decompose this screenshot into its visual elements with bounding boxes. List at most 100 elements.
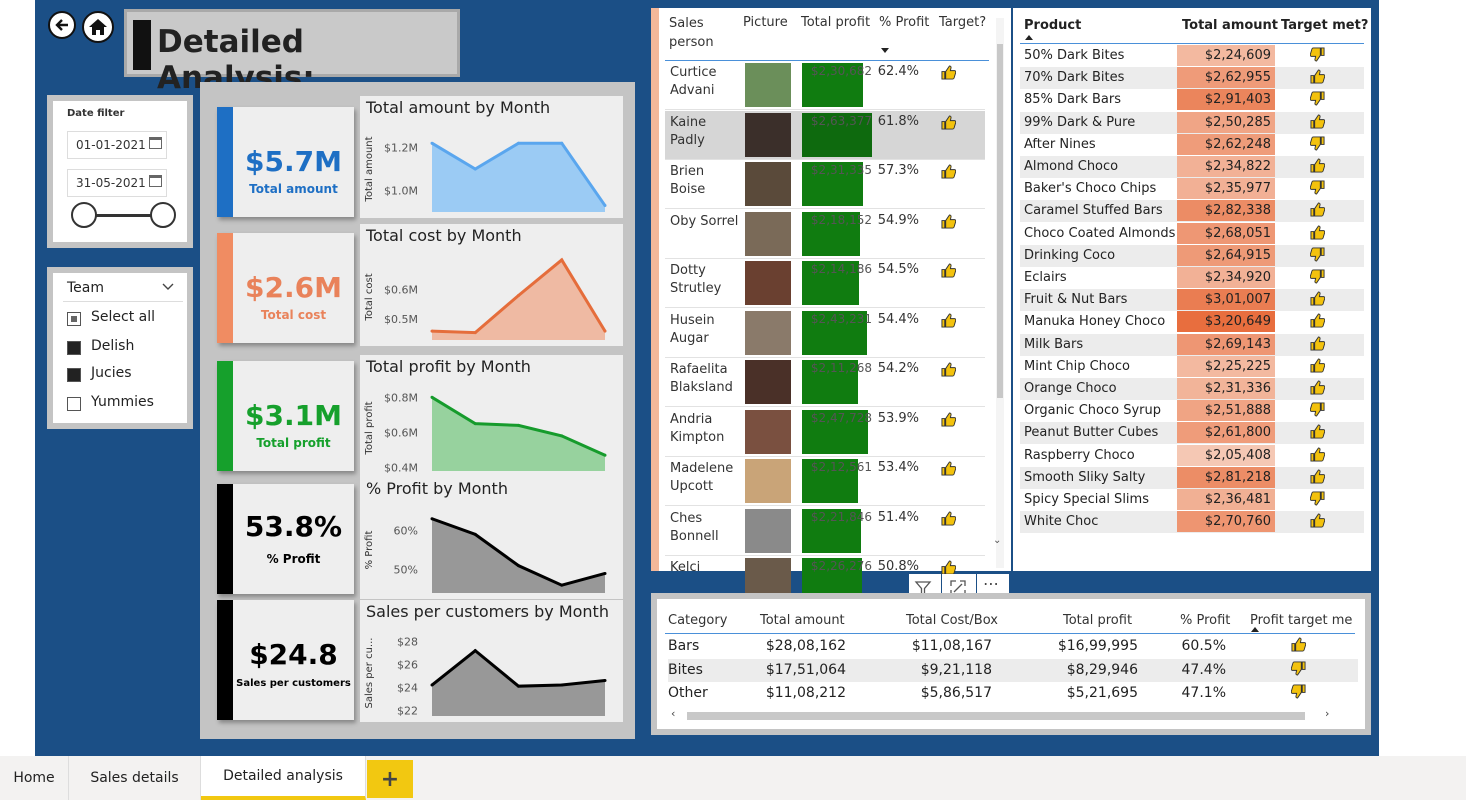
delish-checkbox[interactable] bbox=[67, 341, 81, 355]
calendar-icon[interactable] bbox=[149, 175, 162, 187]
data-point[interactable] bbox=[430, 517, 434, 521]
chart-sales-per-customer[interactable]: Sales per customers by Month Sales per cu… bbox=[360, 600, 623, 722]
data-point[interactable] bbox=[473, 167, 477, 171]
date-slider-start-handle[interactable] bbox=[71, 202, 97, 228]
data-point[interactable] bbox=[430, 395, 434, 399]
table-row[interactable]: White Choc $2,70,760 bbox=[1020, 511, 1364, 534]
horizontal-scrollbar[interactable] bbox=[687, 712, 1305, 720]
sales-person-table[interactable]: Sales person Picture Total profit % Prof… bbox=[651, 8, 1011, 605]
column-header-total-profit[interactable]: Total profit bbox=[1063, 613, 1132, 628]
table-row[interactable]: Caramel Stuffed Bars $2,82,338 bbox=[1020, 200, 1364, 223]
column-header-picture[interactable]: Picture bbox=[743, 15, 788, 30]
data-point[interactable] bbox=[560, 583, 564, 587]
table-row[interactable]: Choco Coated Almonds $2,68,051 bbox=[1020, 222, 1364, 245]
home-icon[interactable] bbox=[82, 11, 114, 43]
more-options-icon[interactable]: ⋯ bbox=[983, 574, 999, 593]
data-point[interactable] bbox=[430, 683, 434, 687]
scroll-left-icon[interactable]: ‹ bbox=[671, 707, 675, 720]
tab-sales-details[interactable]: Sales details bbox=[69, 756, 201, 800]
kpi-card-sales-per-customer[interactable]: $24.8 Sales per customers bbox=[217, 600, 354, 720]
data-point[interactable] bbox=[560, 683, 564, 687]
data-point[interactable] bbox=[603, 453, 607, 457]
table-row[interactable]: Peanut Butter Cubes $2,61,800 bbox=[1020, 422, 1364, 445]
chart-total-amount[interactable]: Total amount by Month Total amount $1.2M $1… bbox=[360, 96, 623, 218]
data-point[interactable] bbox=[603, 329, 607, 333]
table-row[interactable]: Ches Bonnell $2,21,846 51.4% bbox=[665, 507, 985, 556]
data-point[interactable] bbox=[430, 329, 434, 333]
table-row[interactable]: Smooth Sliky Salty $2,81,218 bbox=[1020, 466, 1364, 489]
chart-total-cost[interactable]: Total cost by Month Total cost $0.6M $0.5M bbox=[360, 224, 623, 346]
yummies-checkbox[interactable] bbox=[67, 397, 81, 411]
table-row[interactable]: Kaine Padly $2,63,377 61.8% bbox=[665, 110, 985, 160]
table-row[interactable]: Bites $17,51,064 $9,21,118 $8,29,946 47.4% bbox=[668, 658, 1358, 682]
column-header-target-met[interactable]: Target met? bbox=[1281, 18, 1368, 33]
data-point[interactable] bbox=[603, 678, 607, 682]
category-table[interactable]: Category Total amount Total Cost/Box Tot… bbox=[651, 593, 1371, 735]
column-header-total-profit[interactable]: Total profit bbox=[801, 15, 870, 30]
table-row[interactable]: Eclairs $2,34,920 bbox=[1020, 267, 1364, 289]
data-point[interactable] bbox=[430, 141, 434, 145]
date-slider-end-handle[interactable] bbox=[150, 202, 176, 228]
calendar-icon[interactable] bbox=[149, 137, 162, 149]
table-row[interactable]: 85% Dark Bars $2,91,403 bbox=[1020, 89, 1364, 111]
table-row[interactable]: Curtice Advani $2,30,682 62.4% bbox=[665, 61, 985, 110]
column-header-product[interactable]: Product bbox=[1024, 18, 1081, 33]
jucies-checkbox[interactable] bbox=[67, 368, 81, 382]
chart-total-profit[interactable]: Total profit by Month Total profit $0.8M $0… bbox=[360, 355, 623, 477]
data-point[interactable] bbox=[603, 571, 607, 575]
data-point[interactable] bbox=[560, 141, 564, 145]
column-header-sales-person[interactable]: Sales person bbox=[669, 14, 729, 52]
kpi-card-pct-profit[interactable]: 53.8% % Profit bbox=[217, 484, 354, 594]
table-row[interactable]: Husein Augar $2,43,231 54.4% bbox=[665, 309, 985, 358]
data-point[interactable] bbox=[517, 564, 520, 568]
tab-detailed-analysis[interactable]: Detailed analysis bbox=[201, 756, 366, 800]
table-row[interactable]: Orange Choco $2,31,336 bbox=[1020, 378, 1364, 400]
table-row[interactable]: Dotty Strutley $2,14,186 54.5% bbox=[665, 259, 985, 308]
data-point[interactable] bbox=[473, 649, 477, 653]
data-point[interactable] bbox=[560, 258, 564, 262]
table-row[interactable]: 50% Dark Bites $2,24,609 bbox=[1020, 45, 1364, 67]
column-header-total-cost-box[interactable]: Total Cost/Box bbox=[906, 613, 998, 628]
table-row[interactable]: Mint Chip Choco $2,25,225 bbox=[1020, 355, 1364, 378]
column-header-profit-target-met[interactable]: Profit target met bbox=[1250, 613, 1352, 628]
data-point[interactable] bbox=[517, 141, 520, 145]
start-date-input[interactable]: 01-01-2021 bbox=[67, 131, 167, 159]
table-row[interactable]: Organic Choco Syrup $2,51,888 bbox=[1020, 400, 1364, 422]
column-header-category[interactable]: Category bbox=[668, 613, 727, 628]
table-row[interactable]: Baker's Choco Chips $2,35,977 bbox=[1020, 178, 1364, 200]
sort-asc-icon[interactable] bbox=[1025, 35, 1033, 40]
data-point[interactable] bbox=[560, 434, 564, 438]
column-header-pct-profit[interactable]: % Profit bbox=[1180, 613, 1230, 628]
table-row[interactable]: After Nines $2,62,248 bbox=[1020, 133, 1364, 156]
back-icon[interactable] bbox=[48, 11, 76, 39]
data-point[interactable] bbox=[517, 294, 520, 298]
scroll-down-icon[interactable]: ⌄ bbox=[993, 535, 1001, 546]
add-page-button[interactable]: + bbox=[367, 760, 413, 798]
scrollbar-thumb[interactable] bbox=[997, 44, 1003, 398]
scroll-right-icon[interactable]: › bbox=[1325, 707, 1329, 720]
table-row[interactable]: Manuka Honey Choco $3,20,649 bbox=[1020, 311, 1364, 333]
sort-desc-icon[interactable] bbox=[881, 48, 889, 53]
data-point[interactable] bbox=[517, 423, 520, 427]
column-header-pct-profit[interactable]: % Profit bbox=[879, 15, 929, 30]
data-point[interactable] bbox=[473, 331, 477, 335]
data-point[interactable] bbox=[473, 422, 477, 426]
table-row[interactable]: Milk Bars $2,69,143 bbox=[1020, 333, 1364, 356]
column-header-target[interactable]: Target? bbox=[939, 15, 986, 30]
table-row[interactable]: Bars $28,08,162 $11,08,167 $16,99,995 60.5% bbox=[668, 635, 1358, 658]
select-all-checkbox[interactable] bbox=[67, 312, 81, 326]
table-row[interactable]: Spicy Special Slims $2,36,481 bbox=[1020, 489, 1364, 511]
data-point[interactable] bbox=[473, 532, 477, 536]
column-header-total-amount[interactable]: Total amount bbox=[1182, 18, 1278, 33]
table-row[interactable]: 70% Dark Bites $2,62,955 bbox=[1020, 67, 1364, 90]
kpi-card-total-amount[interactable]: $5.7M Total amount bbox=[217, 107, 354, 217]
kpi-card-total-profit[interactable]: $3.1M Total profit bbox=[217, 361, 354, 471]
kpi-card-total-cost[interactable]: $2.6M Total cost bbox=[217, 233, 354, 343]
table-row[interactable]: Raspberry Choco $2,05,408 bbox=[1020, 444, 1364, 467]
table-row[interactable]: Oby Sorrel $2,18,152 54.9% bbox=[665, 210, 985, 259]
table-row[interactable]: Almond Choco $2,34,822 bbox=[1020, 156, 1364, 178]
table-row[interactable]: Andria Kimpton $2,47,728 53.9% bbox=[665, 408, 985, 457]
table-row[interactable]: Fruit & Nut Bars $3,01,007 bbox=[1020, 289, 1364, 312]
product-table[interactable]: Product Total amount Target met? 50% Dar… bbox=[1013, 8, 1371, 571]
table-row[interactable]: Brien Boise $2,31,335 57.3% bbox=[665, 160, 985, 209]
